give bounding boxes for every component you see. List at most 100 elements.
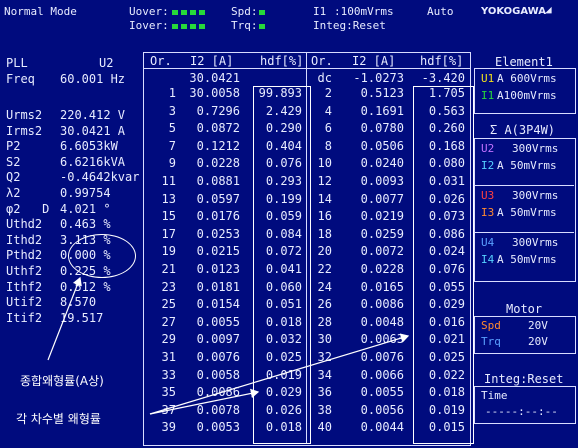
sigma-title: Σ A(3P4W) — [490, 123, 556, 137]
measurement-value: 4.021 ° — [60, 201, 111, 216]
pll-source: U2 — [99, 56, 114, 70]
table-header-cell: I2 [A] — [352, 54, 396, 68]
table-cell: 15 — [161, 209, 176, 224]
table-cell: 35 — [161, 385, 176, 400]
measurement-label: Ithf2 — [6, 279, 43, 294]
element1-u-name: U1 — [481, 72, 495, 85]
table-cell: 1 — [168, 86, 176, 100]
hdf-highlight-left — [253, 86, 311, 444]
table-total-cell: 30.0421 — [189, 71, 240, 85]
measurement-label: Uthf2 — [6, 264, 43, 278]
sigma-u-name: U2 — [481, 142, 495, 155]
table-cell: 0.0780 — [360, 121, 404, 136]
sigma-i-range: A 50mVrms — [497, 206, 557, 219]
table-cell: 0.0872 — [196, 121, 240, 136]
table-header-cell: hdf[%] — [420, 54, 464, 68]
sigma-u-name: U4 — [481, 236, 495, 249]
table-cell: 0.0597 — [196, 191, 240, 206]
table-cell: 0.0077 — [360, 191, 404, 206]
input-element-label: I1 — [313, 5, 327, 18]
table-cell: 0.0097 — [196, 332, 240, 347]
sigma-i-range: A 50mVrms — [497, 253, 557, 266]
measurement-label: P2 — [6, 139, 21, 154]
integ-time-value: -----:--:-- — [485, 405, 558, 418]
brand-logo: YOKOGAWA — [481, 6, 547, 17]
measurement-label: Urms2 — [6, 108, 43, 122]
element1-i-range: A100mVrms — [497, 89, 557, 102]
measurement-label: φ2 D — [6, 201, 50, 216]
table-cell: 23 — [161, 279, 176, 294]
measurement-value: 0.99754 — [60, 186, 111, 200]
table-cell: 0.0058 — [196, 367, 240, 382]
table-cell: 0.0066 — [360, 367, 404, 382]
measurement-value: 8.570 — [60, 295, 97, 310]
element1-title: Element1 — [495, 55, 553, 69]
thd-highlight-ellipse — [68, 234, 136, 278]
hdf-highlight-right — [413, 86, 474, 444]
table-cell: 0.5123 — [360, 86, 404, 100]
table-cell: 0.0176 — [196, 209, 240, 224]
table-cell: 0.1212 — [196, 138, 240, 153]
table-cell: 0.7296 — [196, 103, 240, 118]
integ-status: Integ:Reset — [313, 19, 386, 32]
trq-label: Trq: — [231, 19, 258, 32]
table-cell: 0.0044 — [360, 420, 404, 435]
integ-title: Integ:Reset — [484, 372, 564, 386]
table-header-cell: hdf[%] — [260, 54, 304, 68]
measurement-label: Uthd2 — [6, 217, 43, 232]
sigma-i-range: A 50mVrms — [497, 159, 557, 172]
measurement-value: 0.463 % — [60, 217, 111, 232]
spd-label: Spd: — [231, 5, 258, 18]
sigma-i-name: I4 — [481, 253, 495, 266]
table-cell: 0.0053 — [196, 420, 240, 435]
sigma-i-name: I3 — [481, 206, 495, 219]
motor-spd-label: Spd — [481, 319, 501, 332]
table-cell: 0.0048 — [360, 314, 404, 329]
measurement-label: Q2 — [6, 170, 21, 185]
table-cell: 0.0063 — [360, 332, 404, 347]
table-cell: 29 — [161, 332, 176, 347]
table-cell: 0.0086 — [360, 297, 404, 312]
table-cell: 25 — [161, 297, 176, 312]
table-cell: 0.0181 — [196, 279, 240, 294]
measurement-label: Utif2 — [6, 295, 43, 310]
table-cell: 11 — [161, 174, 176, 188]
table-cell: 0.0259 — [360, 226, 404, 241]
spd-indicator — [259, 5, 268, 19]
trq-indicator — [259, 19, 268, 33]
table-cell: 30.0058 — [189, 86, 240, 100]
table-cell: 39 — [161, 420, 176, 435]
iover-label: Iover: — [129, 19, 169, 32]
table-cell: 3 — [168, 103, 176, 118]
table-cell: 7 — [168, 138, 176, 153]
table-cell: 0.0881 — [196, 174, 240, 188]
table-cell: 5 — [168, 121, 176, 136]
table-header-cell: Or. — [311, 54, 333, 68]
auto-label: Auto — [427, 5, 454, 18]
table-header-cell: Or. — [150, 54, 172, 68]
sigma-u-range: 300Vrms — [512, 142, 559, 155]
table-cell: 0.0219 — [360, 209, 404, 224]
table-cell: 0.0506 — [360, 138, 404, 153]
motor-spd-value: 20V — [528, 319, 548, 332]
element1-i-name: I1 — [481, 89, 495, 102]
table-cell: 0.0076 — [360, 350, 404, 364]
table-cell: 0.0228 — [196, 156, 240, 171]
sigma-u-range: 300Vrms — [512, 189, 559, 202]
uover-label: Uover: — [129, 5, 169, 18]
table-cell: 0.0056 — [360, 402, 404, 417]
freq-label: Freq — [6, 72, 35, 86]
sigma-divider-2 — [475, 232, 574, 233]
table-cell: 0.0215 — [196, 244, 240, 259]
motor-title: Motor — [506, 302, 543, 316]
table-cell: 37 — [161, 402, 176, 417]
motor-trq-label: Trq — [481, 335, 501, 348]
table-total-cell: dc — [317, 71, 332, 85]
table-cell: 27 — [161, 314, 176, 329]
measurement-value: 19.517 — [60, 310, 104, 325]
per-order-annotation: 각 차수별 왜형률 — [16, 412, 101, 426]
table-cell: 33 — [161, 367, 176, 382]
table-cell: 0.0078 — [196, 402, 240, 417]
measurement-label: λ2 — [6, 186, 21, 200]
table-cell: 0.0228 — [360, 262, 404, 276]
